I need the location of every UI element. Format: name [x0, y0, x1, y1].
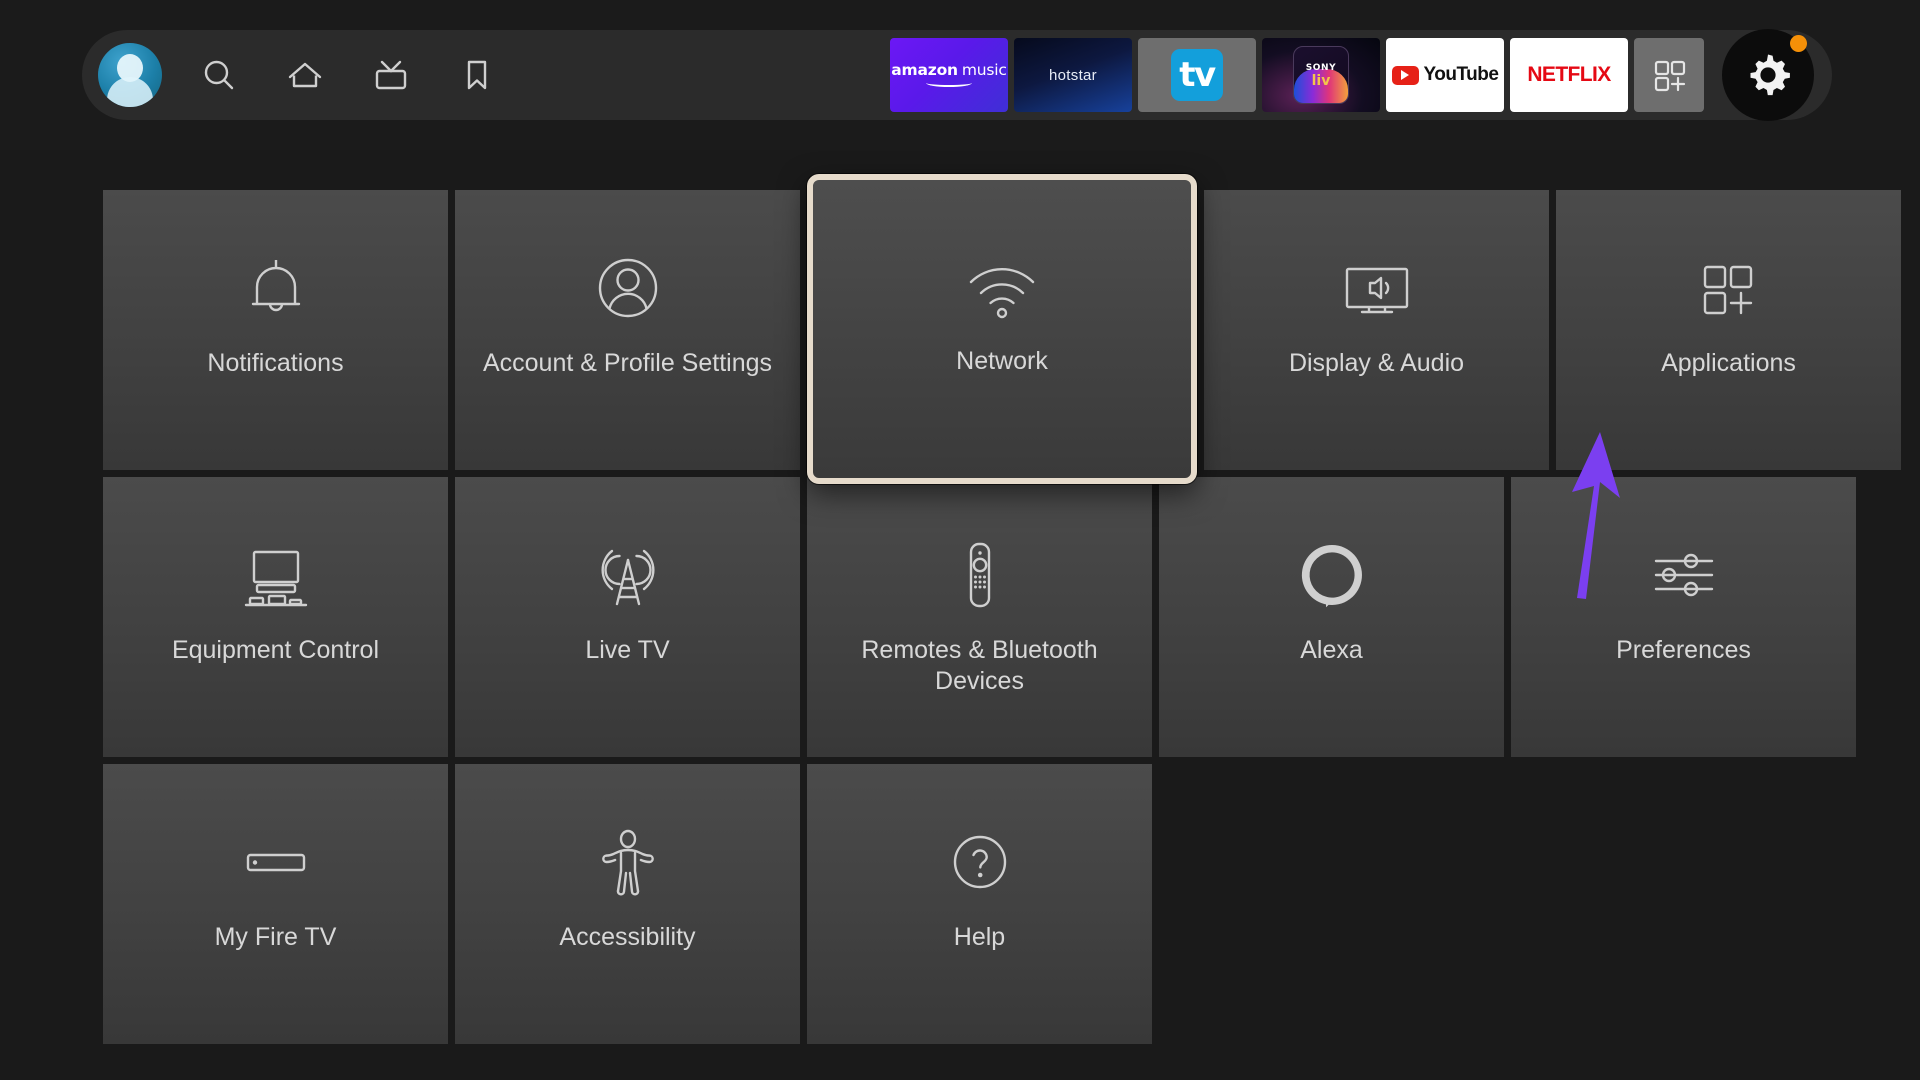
app-apple-tv[interactable]: tv	[1138, 38, 1256, 112]
sony-liv-sub-text: liv	[1311, 72, 1331, 89]
tile-label: Live TV	[585, 636, 670, 664]
tile-label: My Fire TV	[214, 923, 337, 951]
tile-label: Equipment Control	[171, 636, 380, 664]
tile-alexa[interactable]: Alexa	[1159, 477, 1504, 757]
app-squares-plus-icon	[1686, 228, 1772, 348]
tv-speaker-icon	[1329, 228, 1425, 348]
youtube-play-icon	[1391, 65, 1419, 85]
antenna-tower-icon	[585, 515, 671, 635]
fire-tv-stick-icon	[228, 802, 324, 922]
settings-tile-grid: Notifications Account & Profile Settings	[103, 174, 1901, 1051]
amazon-music-word1: amazon	[891, 60, 958, 79]
app-shortcut-row: amazon music hotstar tv SONY liv YouTube…	[890, 29, 1832, 121]
sony-liv-logo: SONY liv	[1293, 46, 1349, 104]
app-library-button[interactable]	[1634, 38, 1704, 112]
app-netflix[interactable]: NETFLIX	[1510, 38, 1628, 112]
tile-preferences[interactable]: Preferences	[1511, 477, 1856, 757]
hotstar-logo-text: hotstar	[1049, 66, 1097, 84]
amazon-music-logo: amazon music	[891, 60, 1007, 88]
youtube-logo-text: YouTube	[1423, 64, 1499, 85]
sliders-icon	[1636, 515, 1732, 635]
tile-remotes-bluetooth-devices[interactable]: Remotes & Bluetooth Devices	[807, 477, 1152, 757]
tile-network[interactable]: Network	[807, 174, 1197, 484]
alexa-ring-icon	[1289, 515, 1375, 635]
top-navigation-bar: amazon music hotstar tv SONY liv YouTube…	[82, 29, 1832, 121]
settings-row: Notifications Account & Profile Settings	[103, 174, 1901, 484]
profile-avatar[interactable]	[98, 43, 162, 107]
tile-notifications[interactable]: Notifications	[103, 190, 448, 470]
app-sony-liv[interactable]: SONY liv	[1262, 38, 1380, 112]
tile-my-fire-tv[interactable]: My Fire TV	[103, 764, 448, 1044]
tile-label: Accessibility	[559, 923, 696, 951]
settings-row: Equipment Control Live TV Remotes & Blue…	[103, 477, 1856, 757]
tile-label: Display & Audio	[1288, 349, 1465, 377]
tile-label: Network	[956, 347, 1048, 375]
search-icon[interactable]	[190, 46, 248, 104]
tile-label: Preferences	[1616, 636, 1751, 664]
tile-help[interactable]: Help	[807, 764, 1152, 1044]
amazon-smile-icon	[926, 79, 972, 88]
app-hotstar[interactable]: hotstar	[1014, 38, 1132, 112]
tile-account-profile-settings[interactable]: Account & Profile Settings	[455, 190, 800, 470]
tile-applications[interactable]: Applications	[1556, 190, 1901, 470]
person-circle-icon	[585, 228, 671, 348]
app-youtube[interactable]: YouTube	[1386, 38, 1504, 112]
settings-gear-button[interactable]	[1722, 29, 1814, 121]
tile-label: Help	[953, 923, 1006, 951]
tile-label: Applications	[1661, 349, 1796, 377]
equipment-icon	[228, 515, 324, 635]
amazon-music-word2: music	[961, 60, 1007, 79]
question-circle-icon	[937, 802, 1023, 922]
settings-row: My Fire TV Accessibility Help	[103, 764, 1813, 1044]
live-tv-icon[interactable]	[362, 46, 420, 104]
app-amazon-music[interactable]: amazon music	[890, 38, 1008, 112]
home-icon[interactable]	[276, 46, 334, 104]
wifi-icon	[954, 226, 1050, 346]
remote-control-icon	[937, 515, 1023, 635]
bell-icon	[233, 228, 319, 348]
settings-notification-badge	[1790, 35, 1807, 52]
youtube-logo: YouTube	[1391, 64, 1499, 86]
tile-accessibility[interactable]: Accessibility	[455, 764, 800, 1044]
sony-brand-text: SONY	[1305, 62, 1337, 73]
nav-icon-group	[98, 43, 506, 107]
tile-live-tv[interactable]: Live TV	[455, 477, 800, 757]
bookmark-icon[interactable]	[448, 46, 506, 104]
tile-label: Notifications	[207, 349, 344, 377]
netflix-logo-text: NETFLIX	[1527, 63, 1611, 86]
gear-icon	[1750, 54, 1790, 96]
accessibility-person-icon	[585, 802, 671, 922]
tile-label: Remotes & Bluetooth Devices	[861, 636, 1098, 695]
tile-label: Alexa	[1300, 636, 1363, 664]
apple-tv-logo: tv	[1171, 49, 1223, 101]
top-navigation-bar-area: amazon music hotstar tv SONY liv YouTube…	[0, 0, 1920, 150]
tile-label: Account & Profile Settings	[482, 349, 773, 377]
tile-display-audio[interactable]: Display & Audio	[1204, 190, 1549, 470]
tile-equipment-control[interactable]: Equipment Control	[103, 477, 448, 757]
